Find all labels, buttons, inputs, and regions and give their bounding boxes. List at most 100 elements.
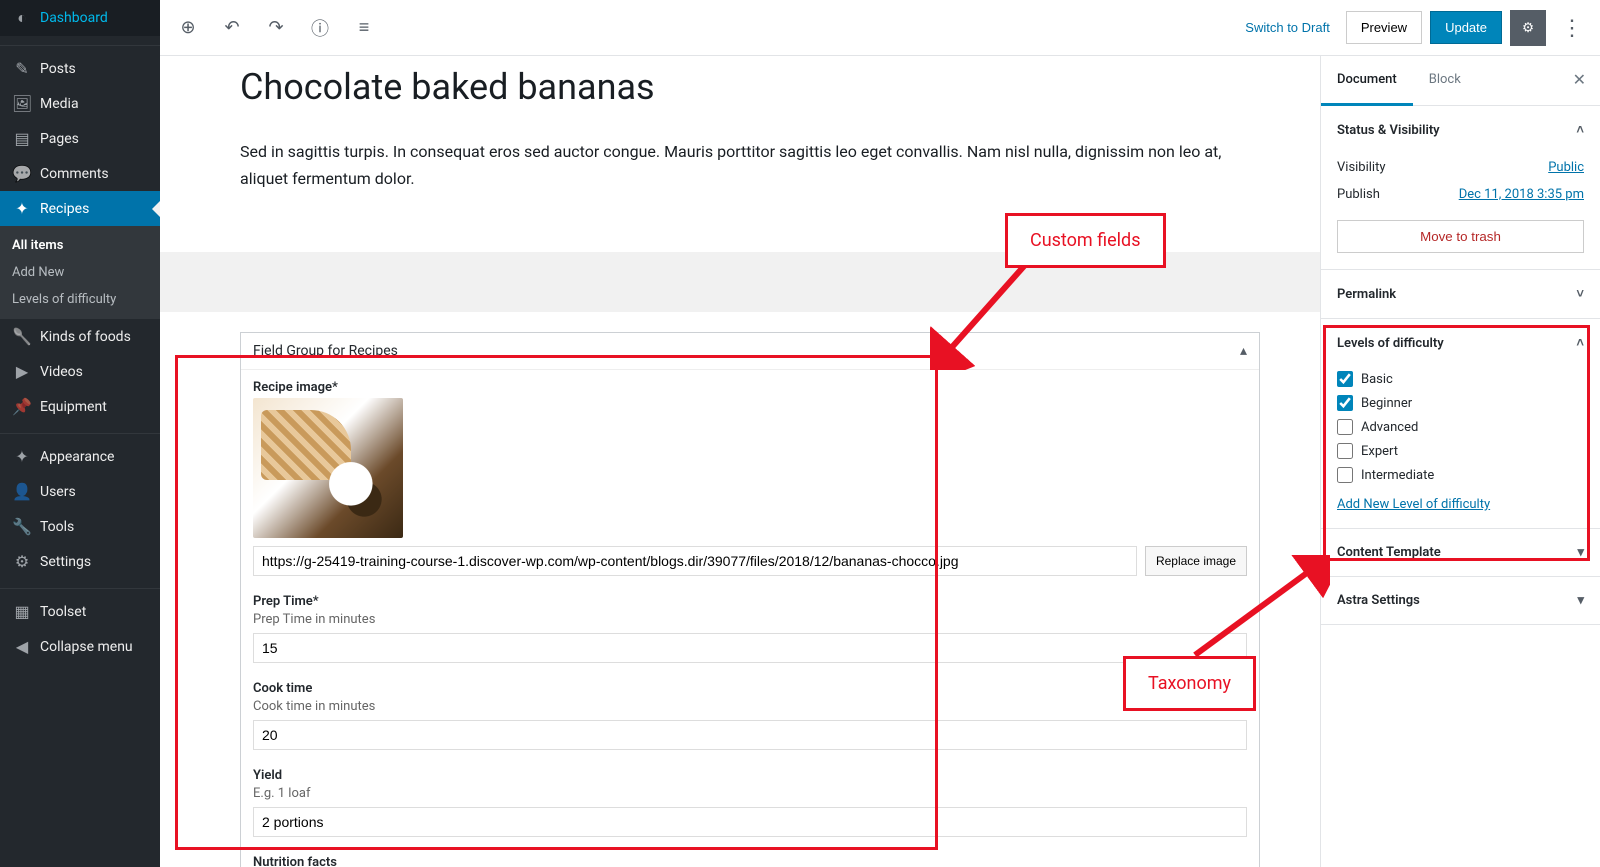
media-icon: 🖼 <box>12 94 32 113</box>
post-title[interactable]: Chocolate baked bananas <box>240 66 1260 108</box>
sidebar-item-pages[interactable]: ▤ Pages <box>0 121 160 156</box>
outline-button[interactable]: ≡ <box>346 10 382 46</box>
yield-input[interactable] <box>253 807 1247 837</box>
level-basic-checkbox[interactable] <box>1337 371 1353 387</box>
level-expert-checkbox[interactable] <box>1337 443 1353 459</box>
more-options-button[interactable]: ⋮ <box>1554 10 1590 46</box>
sidebar-item-comments[interactable]: 💬 Comments <box>0 156 160 191</box>
status-visibility-title: Status & Visibility <box>1337 123 1440 138</box>
level-beginner-checkbox[interactable] <box>1337 395 1353 411</box>
sidebar-label: Videos <box>40 364 83 380</box>
sidebar-label: Media <box>40 96 79 112</box>
publish-value[interactable]: Dec 11, 2018 3:35 pm <box>1459 187 1584 202</box>
nutrition-label: Nutrition facts <box>253 855 1247 867</box>
permalink-toggle[interactable]: Permalink ˅ <box>1321 270 1600 318</box>
collapse-icon: ◀ <box>12 637 32 656</box>
sidebar-item-appearance[interactable]: ✦ Appearance <box>0 439 160 474</box>
sidebar-label: Recipes <box>40 201 89 217</box>
settings-icon: ⚙ <box>12 552 32 571</box>
tab-block[interactable]: Block <box>1413 56 1477 105</box>
post-body[interactable]: Sed in sagittis turpis. In consequat ero… <box>240 138 1260 192</box>
chevron-up-icon: ˄ <box>1576 335 1584 351</box>
cook-time-desc: Cook time in minutes <box>253 699 1247 714</box>
pages-icon: ▤ <box>12 129 32 148</box>
status-visibility-toggle[interactable]: Status & Visibility ˄ <box>1321 106 1600 154</box>
sidebar-item-settings[interactable]: ⚙ Settings <box>0 544 160 579</box>
tab-document[interactable]: Document <box>1321 56 1413 106</box>
chevron-up-icon: ˄ <box>1576 122 1584 138</box>
submenu-add-new[interactable]: Add New <box>0 259 160 286</box>
recipe-image-url-input[interactable] <box>253 546 1137 576</box>
callout-taxonomy: Taxonomy <box>1123 656 1256 711</box>
editor-area: ⊕ ↶ ↷ ⓘ ≡ Switch to Draft Preview Update… <box>160 0 1600 867</box>
settings-toggle-button[interactable]: ⚙ <box>1510 10 1546 46</box>
submenu-all-items[interactable]: All items <box>0 232 160 259</box>
level-beginner[interactable]: Beginner <box>1337 391 1584 415</box>
levels-toggle[interactable]: Levels of difficulty ˄ <box>1321 319 1600 367</box>
sidebar-item-kinds[interactable]: 🥄 Kinds of foods <box>0 319 160 354</box>
sidebar-label: Posts <box>40 61 76 77</box>
sidebar-item-users[interactable]: 👤 Users <box>0 474 160 509</box>
editor-content: Chocolate baked bananas Sed in sagittis … <box>160 56 1320 867</box>
settings-panel: Document Block ✕ Status & Visibility ˄ V… <box>1320 56 1600 867</box>
close-panel-button[interactable]: ✕ <box>1559 56 1600 105</box>
content-template-toggle[interactable]: Content Template ▾ <box>1321 529 1600 576</box>
level-intermediate[interactable]: Intermediate <box>1337 463 1584 487</box>
level-basic[interactable]: Basic <box>1337 367 1584 391</box>
chevron-down-icon: ▾ <box>1577 545 1584 560</box>
update-button[interactable]: Update <box>1430 11 1502 44</box>
visibility-value[interactable]: Public <box>1548 160 1584 175</box>
recipe-image-preview[interactable] <box>253 398 403 538</box>
callout-custom-fields: Custom fields <box>1005 213 1166 268</box>
replace-image-button[interactable]: Replace image <box>1145 546 1247 576</box>
sidebar-item-collapse[interactable]: ◀ Collapse menu <box>0 629 160 664</box>
redo-button[interactable]: ↷ <box>258 10 294 46</box>
sidebar-item-videos[interactable]: ▶ Videos <box>0 354 160 389</box>
sidebar-item-recipes[interactable]: ✦ Recipes <box>0 191 160 226</box>
sidebar-label: Collapse menu <box>40 639 133 655</box>
astra-settings-toggle[interactable]: Astra Settings ▾ <box>1321 577 1600 624</box>
sidebar-item-tools[interactable]: 🔧 Tools <box>0 509 160 544</box>
level-expert[interactable]: Expert <box>1337 439 1584 463</box>
prep-time-input[interactable] <box>253 633 1247 663</box>
switch-draft-button[interactable]: Switch to Draft <box>1237 12 1338 43</box>
sidebar-item-posts[interactable]: ✎ Posts <box>0 51 160 86</box>
sidebar-label: Comments <box>40 166 109 182</box>
preview-button[interactable]: Preview <box>1346 11 1422 44</box>
move-to-trash-button[interactable]: Move to trash <box>1337 220 1584 253</box>
comments-icon: 💬 <box>12 164 32 183</box>
add-block-button[interactable]: ⊕ <box>170 10 206 46</box>
sidebar-label: Dashboard <box>40 10 108 26</box>
sidebar-label: Pages <box>40 131 79 147</box>
collapse-metabox-icon[interactable]: ▴ <box>1240 343 1247 359</box>
submenu-levels[interactable]: Levels of difficulty <box>0 286 160 313</box>
video-icon: ▶ <box>12 362 32 381</box>
levels-checklist: Basic Beginner Advanced Expert Intermedi… <box>1337 367 1584 487</box>
sidebar-item-toolset[interactable]: ▦ Toolset <box>0 594 160 629</box>
tools-icon: 🔧 <box>12 517 32 536</box>
sidebar-item-dashboard[interactable]: ◐ Dashboard <box>0 0 160 36</box>
sidebar-item-media[interactable]: 🖼 Media <box>0 86 160 121</box>
info-button[interactable]: ⓘ <box>302 10 338 46</box>
level-advanced-checkbox[interactable] <box>1337 419 1353 435</box>
sidebar-item-equipment[interactable]: 📌 Equipment <box>0 389 160 424</box>
publish-label: Publish <box>1337 187 1380 202</box>
prep-time-desc: Prep Time in minutes <box>253 612 1247 627</box>
level-advanced[interactable]: Advanced <box>1337 415 1584 439</box>
pin-icon: ✎ <box>12 59 32 78</box>
cook-time-input[interactable] <box>253 720 1247 750</box>
undo-button[interactable]: ↶ <box>214 10 250 46</box>
add-level-link[interactable]: Add New Level of difficulty <box>1337 497 1490 512</box>
sidebar-label: Tools <box>40 519 74 535</box>
sidebar-label: Appearance <box>40 449 114 465</box>
sidebar-label: Kinds of foods <box>40 329 131 345</box>
sidebar-submenu: All items Add New Levels of difficulty <box>0 226 160 319</box>
levels-title: Levels of difficulty <box>1337 336 1444 351</box>
yield-label: Yield <box>253 768 1247 783</box>
chevron-down-icon: ˅ <box>1576 286 1584 302</box>
recipe-image-label: Recipe image* <box>253 380 1247 395</box>
content-template-title: Content Template <box>1337 545 1441 560</box>
cook-time-label: Cook time <box>253 681 1247 696</box>
chevron-down-icon: ▾ <box>1577 593 1584 608</box>
level-intermediate-checkbox[interactable] <box>1337 467 1353 483</box>
